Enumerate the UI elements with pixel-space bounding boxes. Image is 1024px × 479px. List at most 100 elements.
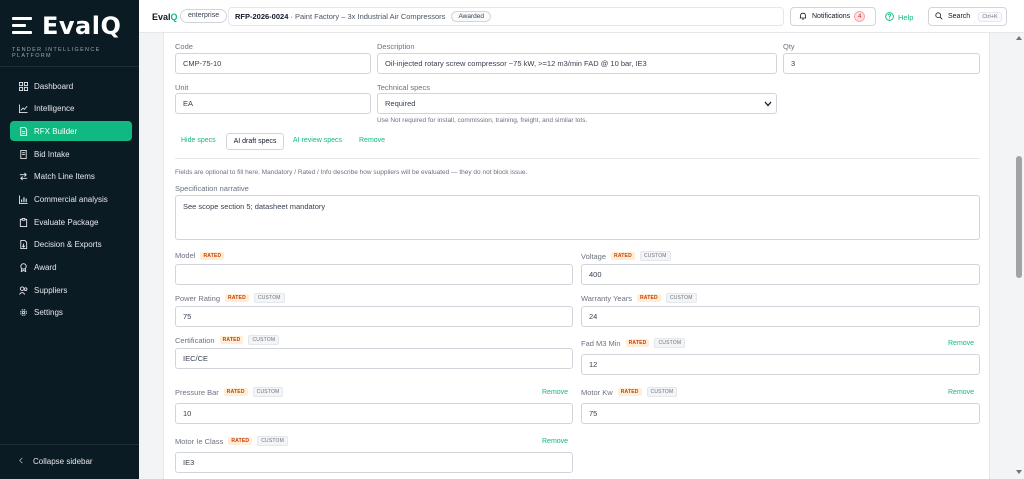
rated-tag: RATED [219, 336, 244, 344]
sidebar-item-label: Evaluate Package [34, 217, 99, 227]
users-icon [18, 285, 28, 295]
motor-ie-class-input[interactable]: IE3 [175, 452, 573, 473]
chevron-left-icon [18, 457, 24, 466]
scroll-up-icon[interactable] [1016, 36, 1022, 40]
pressure-bar-input[interactable]: 10 [175, 403, 573, 424]
sidebar-item-evaluate-package[interactable]: Evaluate Package [10, 212, 132, 232]
line-item-editor: Code CMP-75-10 Description Oil-injected … [163, 33, 990, 479]
warranty-years-label: Warranty Years RATED CUSTOM [581, 293, 697, 303]
ai-review-specs-button[interactable]: AI review specs [293, 137, 342, 144]
specs-info-note: Fields are optional to fill here. Mandat… [175, 169, 528, 176]
clipboard-icon [18, 217, 28, 227]
sidebar-divider [0, 444, 139, 445]
power-rating-input[interactable]: 75 [175, 306, 573, 327]
custom-tag: CUSTOM [646, 387, 678, 397]
sidebar-item-label: Decision & Exports [34, 240, 102, 250]
search-icon [935, 11, 943, 22]
rated-tag: RATED [637, 294, 661, 302]
notifications-button[interactable]: Notifications 4 [790, 7, 876, 26]
tier-badge: enterprise [180, 9, 228, 23]
code-input[interactable]: CMP-75-10 [175, 53, 371, 74]
qty-input[interactable]: 3 [783, 53, 980, 74]
export-icon [18, 240, 28, 250]
sidebar-item-dashboard[interactable]: Dashboard [10, 76, 132, 96]
rated-tag: RATED [617, 388, 642, 396]
sidebar-item-rfx-builder[interactable]: RFX Builder [10, 121, 132, 142]
narrative-label: Specification narrative [175, 184, 249, 193]
remove-motor-ie-class-button[interactable]: Remove [542, 438, 568, 445]
logo-mark-icon [12, 15, 38, 37]
custom-tag: CUSTOM [665, 293, 697, 303]
sidebar-item-bid-intake[interactable]: Bid Intake [10, 144, 132, 164]
sidebar-item-label: Settings [34, 308, 63, 318]
custom-tag: CUSTOM [639, 251, 671, 261]
sidebar-item-suppliers[interactable]: Suppliers [10, 280, 132, 300]
scrollbar-thumb[interactable] [1016, 156, 1022, 278]
sidebar-item-label: Bid Intake [34, 149, 70, 159]
narrative-text: See scope section 5; datasheet mandatory [183, 202, 326, 211]
sidebar-item-award[interactable]: Award [10, 258, 132, 278]
collapse-sidebar-button[interactable]: Collapse sidebar [18, 457, 93, 466]
swap-icon [18, 172, 28, 182]
sidebar-item-label: Award [34, 263, 57, 272]
rated-tag: RATED [611, 252, 635, 260]
certification-label: Certification RATED CUSTOM [175, 335, 280, 345]
fad-m3-min-label: Fad M3 Min RATED CUSTOM [581, 338, 686, 348]
description-input[interactable]: Oil-injected rotary screw compressor ~75… [377, 53, 777, 74]
description-label: Description [377, 42, 415, 51]
remove-line-item-button[interactable]: Remove [359, 137, 385, 144]
sidebar-item-intelligence[interactable]: Intelligence [10, 99, 132, 119]
unit-input[interactable]: EA [175, 93, 371, 114]
unit-label: Unit [175, 83, 189, 92]
search-button[interactable]: Search Ctrl+K [928, 7, 1007, 26]
grid-icon [18, 81, 28, 91]
ai-draft-specs-button[interactable]: AI draft specs [226, 133, 284, 150]
custom-tag: CUSTOM [257, 436, 288, 446]
sidebar-item-label: Commercial analysis [34, 194, 108, 204]
sidebar-item-settings[interactable]: Settings [10, 303, 132, 323]
remove-fad-m3-min-button[interactable]: Remove [948, 340, 974, 347]
motor-kw-input[interactable]: 75 [581, 403, 980, 424]
chart-line-icon [18, 104, 28, 114]
help-button[interactable]: Help [885, 12, 913, 23]
remove-pressure-bar-button[interactable]: Remove [542, 389, 568, 396]
help-label: Help [898, 13, 914, 22]
award-icon [18, 263, 28, 273]
voltage-label: Voltage RATED CUSTOM [581, 251, 671, 261]
remove-motor-kw-button[interactable]: Remove [948, 389, 974, 396]
sidebar-item-decision-exports[interactable]: Decision & Exports [10, 235, 132, 255]
model-label: Model RATED [175, 251, 225, 260]
scroll-down-icon[interactable] [1016, 470, 1022, 474]
fad-m3-min-input[interactable]: 12 [581, 354, 980, 375]
document-icon [18, 126, 28, 136]
technical-specs-select[interactable]: Required [377, 93, 777, 114]
rfp-context-bar[interactable]: RFP-2026-0024 · Paint Factory – 3x Indus… [228, 7, 784, 26]
warranty-years-input[interactable]: 24 [581, 306, 980, 327]
motor-ie-class-label: Motor Ie Class RATED CUSTOM [175, 436, 288, 446]
app-logo[interactable]: EvalQ [12, 12, 121, 40]
rated-tag: RATED [223, 388, 248, 396]
rated-tag: RATED [625, 339, 650, 347]
model-input[interactable] [175, 264, 573, 285]
sidebar-divider [0, 66, 139, 67]
notifications-label: Notifications [812, 13, 851, 20]
voltage-input[interactable]: 400 [581, 264, 980, 285]
technical-specs-help: Use Not required for install, commission… [377, 117, 588, 124]
logo-text: EvalQ [42, 12, 122, 40]
technical-specs-label: Technical specs [377, 83, 430, 92]
sidebar-item-label: Suppliers [34, 285, 68, 295]
narrative-textarea[interactable]: See scope section 5; datasheet mandatory [175, 195, 980, 240]
certification-input[interactable]: IEC/CE [175, 348, 573, 369]
sidebar-item-match-line-items[interactable]: Match Line Items [10, 167, 132, 187]
gear-icon [18, 308, 28, 318]
search-shortcut: Ctrl+K [978, 11, 1002, 22]
qty-label: Qty [783, 42, 795, 51]
rated-tag: RATED [225, 294, 249, 302]
bell-icon [799, 12, 807, 22]
motor-kw-label: Motor Kw RATED CUSTOM [581, 387, 678, 397]
hide-specs-button[interactable]: Hide specs [181, 137, 216, 144]
status-badge: Awarded [451, 11, 491, 22]
section-divider [175, 158, 980, 159]
sidebar-item-commercial-analysis[interactable]: Commercial analysis [10, 189, 132, 209]
rated-tag: RATED [228, 437, 253, 445]
